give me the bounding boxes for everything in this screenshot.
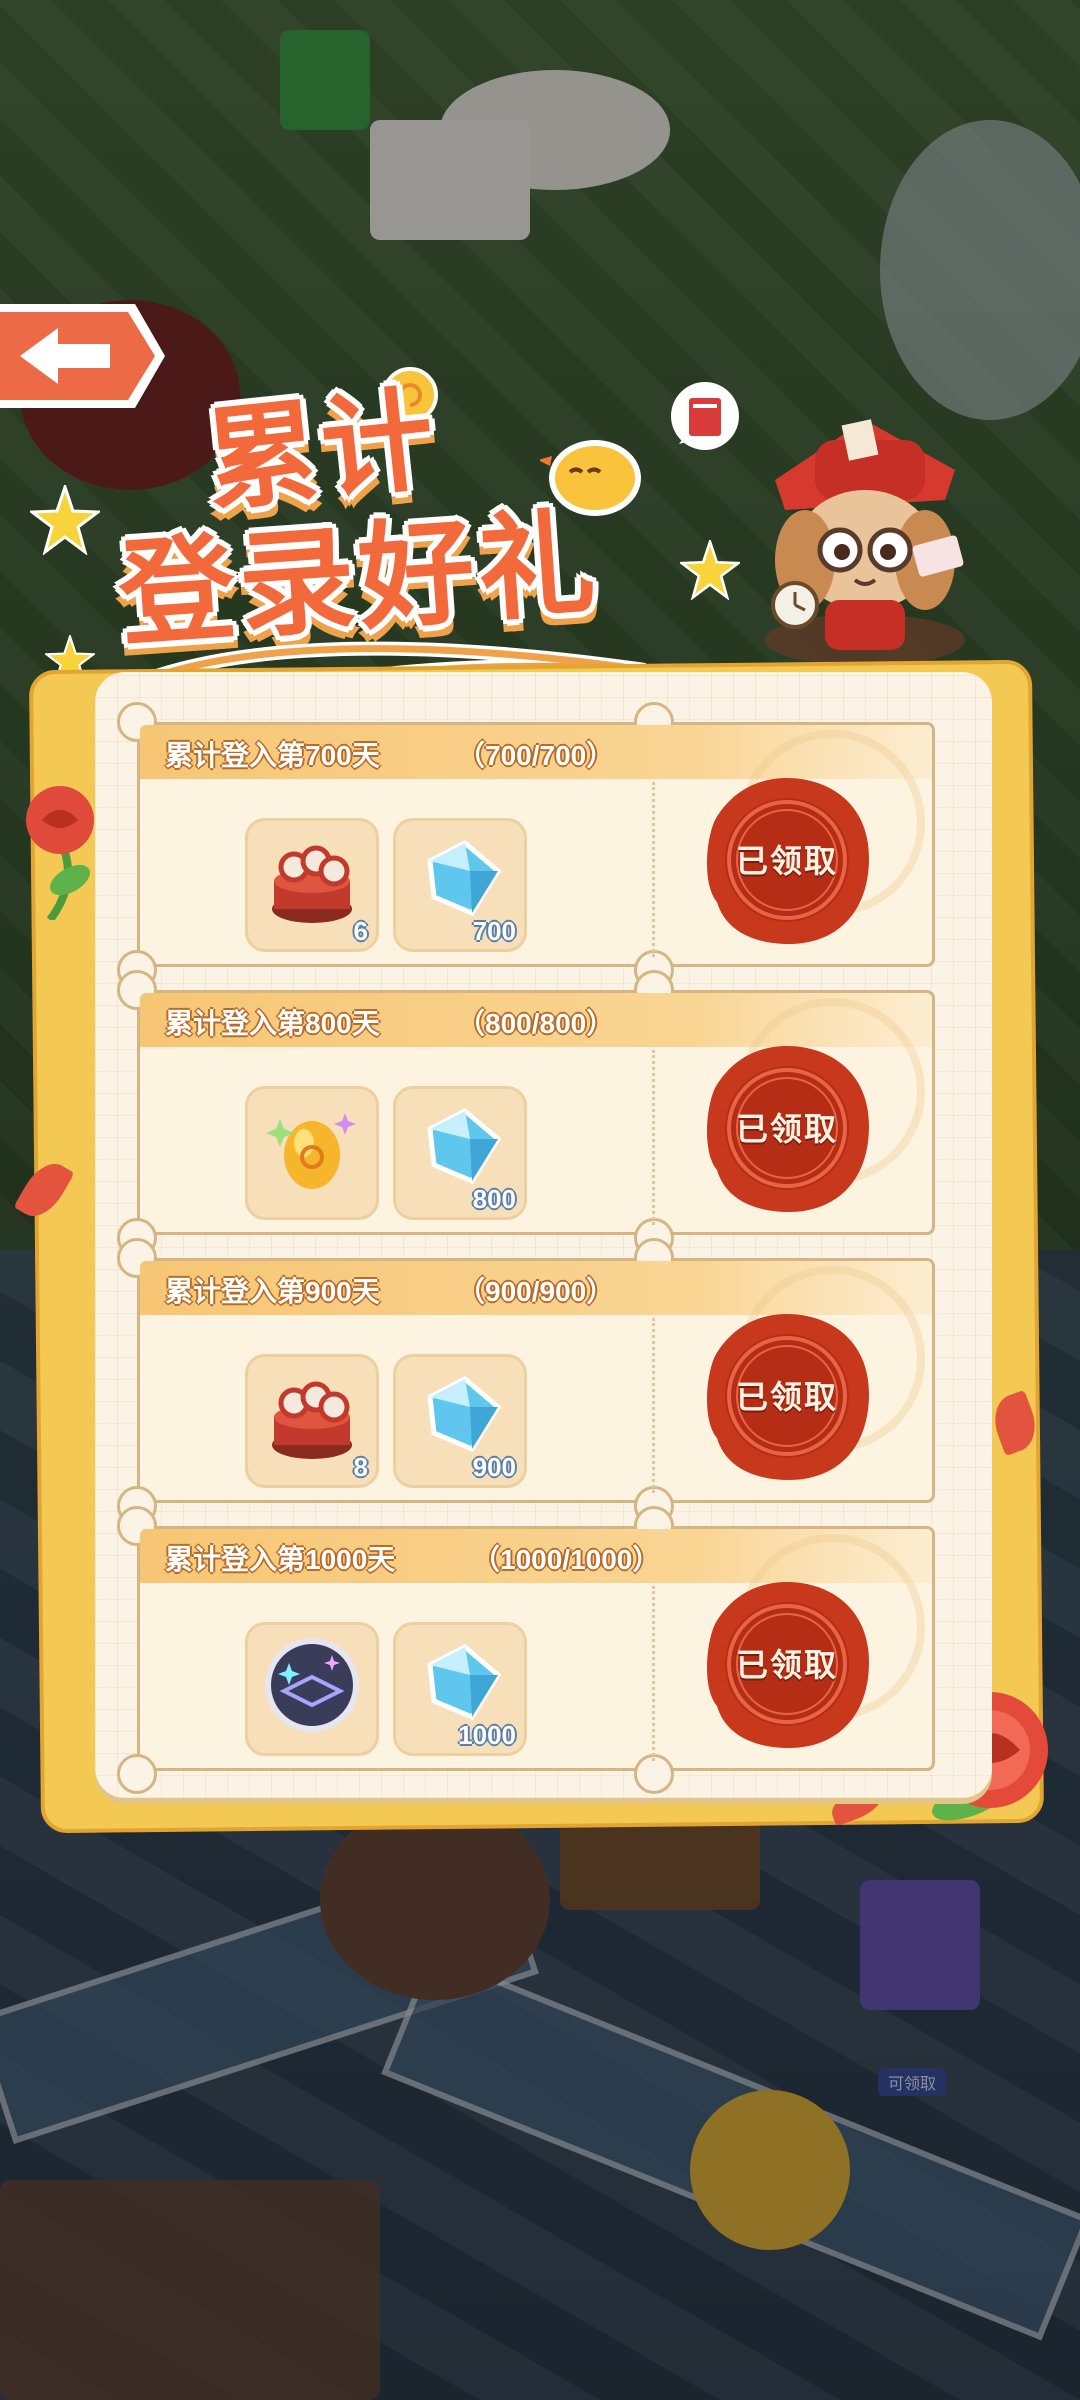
claimed-label: 已领取 <box>735 1647 838 1683</box>
card-progress: （900/900） <box>457 1276 615 1307</box>
reward-count: 6 <box>353 916 368 946</box>
card-divider <box>652 1586 655 1761</box>
claimed-seal[interactable]: 已领取 <box>697 772 877 952</box>
pancake-stack-icon <box>272 1381 352 1459</box>
card-divider <box>652 782 655 957</box>
reward-item[interactable]: 1000 <box>393 1622 527 1756</box>
chick-mascot-icon <box>540 440 641 516</box>
reward-count: 1000 <box>458 1720 516 1750</box>
reward-item[interactable]: 800 <box>393 1086 527 1220</box>
card-notch <box>117 1754 157 1794</box>
card-divider <box>652 1318 655 1493</box>
card-progress: （1000/1000） <box>472 1544 661 1575</box>
card-title: 累计登入第800天 <box>165 1008 380 1039</box>
reward-card: 累计登入第800天 （800/800） 800 已领取 <box>117 970 935 1258</box>
reward-card: 累计登入第1000天 （1000/1000） 1000 已领取 <box>117 1506 935 1794</box>
golden-egg-icon <box>266 1113 356 1189</box>
reward-item[interactable] <box>245 1086 379 1220</box>
card-progress: （700/700） <box>457 740 615 771</box>
reward-item[interactable]: 900 <box>393 1354 527 1488</box>
reward-card: 累计登入第700天 （700/700） 6 700 已领取 <box>117 702 935 990</box>
card-progress: （800/800） <box>457 1008 615 1039</box>
claimed-seal[interactable]: 已领取 <box>697 1576 877 1756</box>
claimed-seal[interactable]: 已领取 <box>697 1308 877 1488</box>
reward-item[interactable]: 8 <box>245 1354 379 1488</box>
reward-count: 900 <box>472 1452 516 1482</box>
reward-count: 700 <box>472 916 516 946</box>
claimed-label: 已领取 <box>735 843 838 879</box>
reward-card: 累计登入第900天 （900/900） 8 900 已领取 <box>117 1238 935 1526</box>
character-mascot <box>765 419 965 666</box>
card-title: 累计登入第1000天 <box>165 1544 396 1575</box>
reward-item[interactable]: 700 <box>393 818 527 952</box>
rose-icon <box>26 786 94 920</box>
reward-count: 8 <box>353 1452 368 1482</box>
card-divider <box>652 1050 655 1225</box>
star-icon <box>30 485 100 555</box>
claimed-seal[interactable]: 已领取 <box>697 1040 877 1220</box>
claimed-label: 已领取 <box>735 1379 838 1415</box>
reward-item[interactable]: 6 <box>245 818 379 952</box>
reward-item[interactable] <box>245 1622 379 1756</box>
book-icon <box>671 382 739 450</box>
pancake-stack-icon <box>272 845 352 923</box>
card-title: 累计登入第700天 <box>165 740 380 771</box>
claimed-label: 已领取 <box>735 1111 838 1147</box>
rune-circle-icon <box>265 1638 359 1732</box>
reward-count: 800 <box>472 1184 516 1214</box>
star-icon <box>680 540 740 600</box>
card-title: 累计登入第900天 <box>165 1276 380 1307</box>
